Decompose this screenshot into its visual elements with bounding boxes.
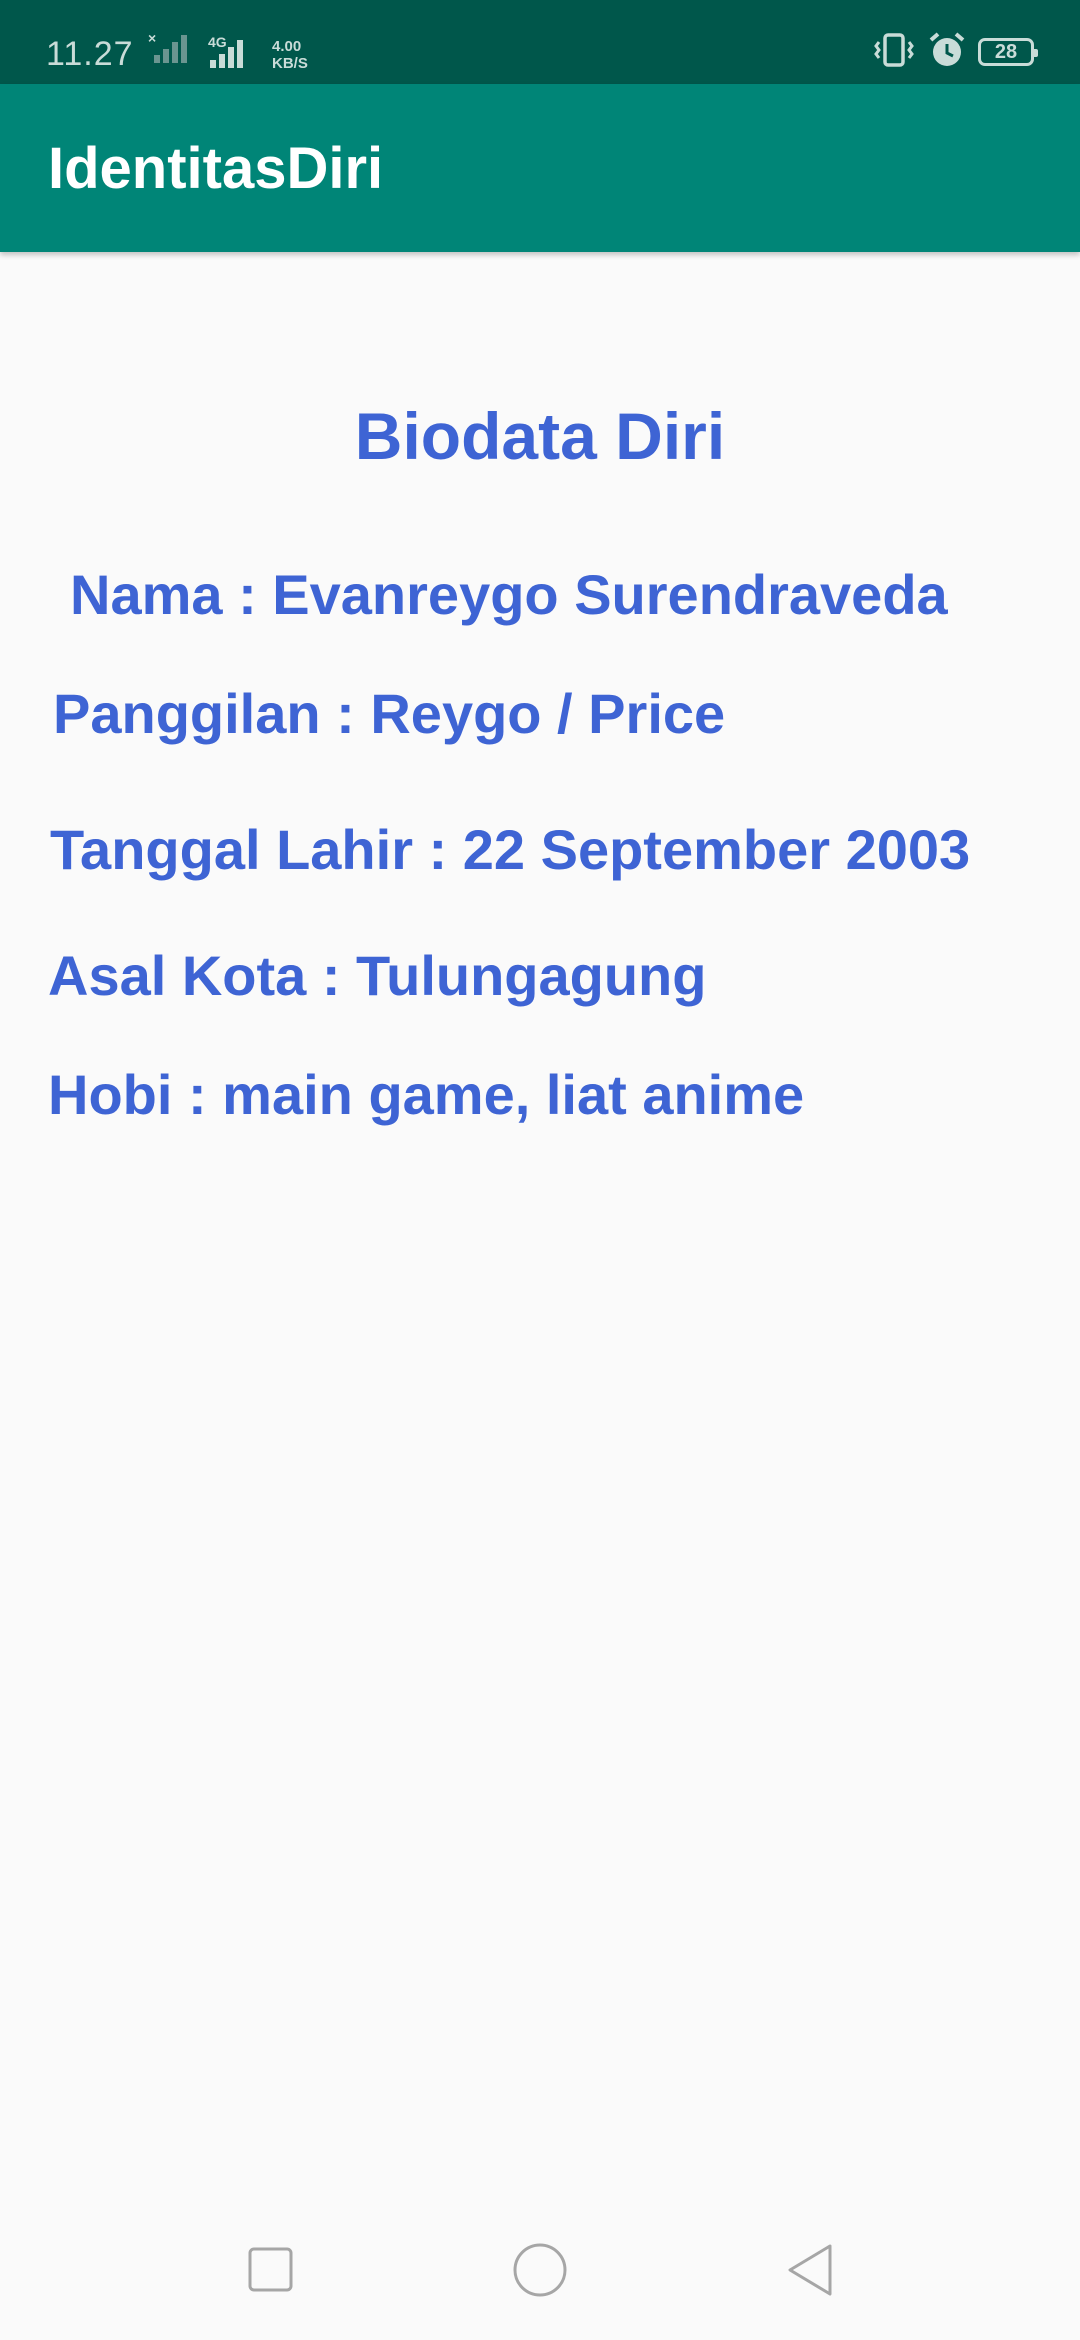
biodata-nama: Nama : Evanreygo Surendraveda <box>70 563 948 626</box>
svg-text:×: × <box>148 31 156 46</box>
biodata-content: Biodata Diri Nama : Evanreygo Surendrave… <box>0 252 1080 2202</box>
biodata-hobi: Hobi : main game, liat anime <box>48 1063 805 1126</box>
biodata-heading: Biodata Diri <box>354 399 726 473</box>
recents-button[interactable] <box>230 2230 310 2310</box>
biodata-tanggal-lahir: Tanggal Lahir : 22 September 2003 <box>50 818 971 881</box>
biodata-asal-kota: Asal Kota : Tulungagung <box>48 944 707 1007</box>
alarm-icon <box>928 31 966 74</box>
app-title: IdentitasDiri <box>48 136 384 201</box>
recents-icon <box>248 2247 293 2292</box>
back-icon <box>788 2244 832 2296</box>
biodata-panggilan: Panggilan : Reygo / Price <box>53 682 726 745</box>
home-icon <box>513 2243 567 2297</box>
network-speed-unit: KB/S <box>272 55 308 72</box>
battery-level: 28 <box>994 40 1018 63</box>
home-button[interactable] <box>500 2230 580 2310</box>
status-bar: 11.27 × 4G 4.00 KB/S 28 <box>0 0 1080 84</box>
status-icons-right: 28 <box>872 31 1038 74</box>
battery-icon: 28 <box>978 38 1038 66</box>
network-speed: 4.00 KB/S <box>272 38 308 72</box>
status-icons-left: × 4G 4.00 KB/S <box>148 30 308 72</box>
app-bar: IdentitasDiri <box>0 84 1080 252</box>
back-button[interactable] <box>770 2230 850 2310</box>
status-time: 11.27 <box>46 35 134 73</box>
network-type-label: 4G <box>208 34 227 50</box>
network-speed-value: 4.00 <box>272 38 302 55</box>
signal-no-service-icon: × <box>148 30 192 72</box>
vibrate-icon <box>872 32 916 73</box>
signal-4g-icon: 4G <box>204 34 252 72</box>
navigation-bar <box>0 2202 1080 2340</box>
